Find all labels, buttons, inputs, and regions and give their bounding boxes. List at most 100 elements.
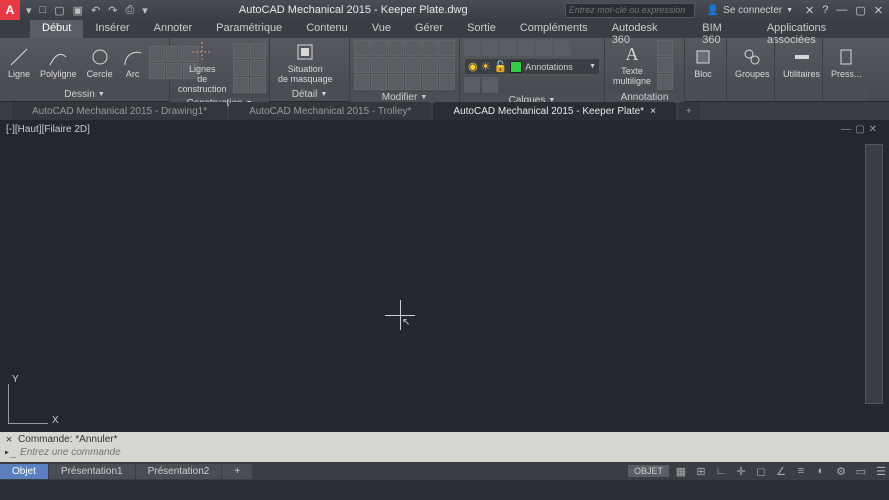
snap-toggle-icon[interactable]: ⊞: [693, 463, 709, 479]
break-icon[interactable]: [388, 74, 404, 90]
panel-title-dessin[interactable]: Dessin▼: [0, 87, 169, 101]
ribbon-tab-gerer[interactable]: Gérer: [403, 20, 455, 38]
qat-print-icon[interactable]: ⎙: [125, 4, 134, 17]
model-tab-presentation2[interactable]: Présentation2: [136, 464, 222, 479]
ribbon-tab-complements[interactable]: Compléments: [508, 20, 600, 38]
app-logo[interactable]: A: [0, 0, 20, 20]
layer-freeze-icon[interactable]: [518, 40, 534, 56]
chamfer-icon[interactable]: [439, 57, 455, 73]
move-icon[interactable]: [354, 40, 370, 56]
vp-maximize-icon[interactable]: ▢: [855, 124, 864, 135]
lengthen-icon[interactable]: [422, 74, 438, 90]
otrack-toggle-icon[interactable]: ∠: [773, 463, 789, 479]
command-input[interactable]: [20, 447, 885, 458]
mirror-icon[interactable]: [422, 40, 438, 56]
leader-icon[interactable]: [657, 57, 673, 73]
ribbon-tab-applications[interactable]: Applications associées: [755, 20, 889, 38]
annotation-scale-icon[interactable]: ▭: [853, 463, 869, 479]
qat-save-icon[interactable]: ▣: [73, 4, 83, 17]
exchange-icon[interactable]: ✕: [805, 4, 814, 17]
trim-icon[interactable]: [388, 40, 404, 56]
ribbon-tab-contenu[interactable]: Contenu: [294, 20, 360, 38]
doc-tab-trolley[interactable]: AutoCAD Mechanical 2015 - Trolley*: [229, 102, 431, 120]
fillet-icon[interactable]: [439, 40, 455, 56]
qat-open-icon[interactable]: ▢: [54, 4, 64, 17]
customize-status-icon[interactable]: ☰: [873, 463, 889, 479]
ribbon-tab-parametrique[interactable]: Paramétrique: [204, 20, 294, 38]
qat-menu-icon[interactable]: ▾: [26, 4, 32, 17]
mtext-tool[interactable]: ATexte multiligne: [609, 42, 655, 88]
clipboard-tool[interactable]: Press...: [827, 45, 866, 81]
xline-icon[interactable]: [233, 43, 249, 59]
construction-lines-tool[interactable]: Lignes de construction: [174, 40, 231, 96]
transparency-toggle-icon[interactable]: ◐: [813, 463, 829, 479]
search-box[interactable]: [565, 3, 695, 18]
layer-match-icon[interactable]: [464, 77, 480, 93]
ribbon-tab-debut[interactable]: Début: [30, 20, 83, 38]
offset-icon[interactable]: [422, 57, 438, 73]
viewport-label[interactable]: [-][Haut][Filaire 2D]: [6, 124, 90, 135]
align-icon[interactable]: [439, 74, 455, 90]
add-layout-button[interactable]: +: [222, 464, 252, 479]
ray-icon[interactable]: [250, 43, 266, 59]
copy-icon[interactable]: [354, 57, 370, 73]
model-tab-objet[interactable]: Objet: [0, 464, 48, 479]
status-model-button[interactable]: OBJET: [628, 465, 669, 477]
vp-minimize-icon[interactable]: —: [841, 124, 851, 135]
layer-state-icon[interactable]: [482, 40, 498, 56]
ortho-toggle-icon[interactable]: ∟: [713, 463, 729, 479]
layer-off-icon[interactable]: [554, 40, 570, 56]
panel-title-detail[interactable]: Détail▼: [270, 88, 349, 101]
ribbon-tab-annoter[interactable]: Annoter: [142, 20, 205, 38]
rectangle-icon[interactable]: [149, 46, 165, 62]
ribbon-tab-bim360[interactable]: BIM 360: [690, 20, 755, 38]
navigation-bar[interactable]: [865, 144, 883, 404]
workspace-icon[interactable]: ⚙: [833, 463, 849, 479]
qat-new-icon[interactable]: □: [40, 4, 47, 17]
ribbon-tab-vue[interactable]: Vue: [360, 20, 403, 38]
stretch-icon[interactable]: [388, 57, 404, 73]
scale-icon[interactable]: [371, 57, 387, 73]
model-tab-presentation1[interactable]: Présentation1: [49, 464, 135, 479]
array-icon[interactable]: [405, 57, 421, 73]
arc-tool[interactable]: Arc: [119, 45, 147, 81]
doc-tab-drawing1[interactable]: AutoCAD Mechanical 2015 - Drawing1*: [12, 102, 227, 120]
sign-in-button[interactable]: 👤 Se connecter ▼: [707, 5, 793, 16]
ccircle-icon[interactable]: [250, 60, 266, 76]
layer-prev-icon[interactable]: [482, 77, 498, 93]
table-icon[interactable]: [657, 74, 673, 90]
maximize-icon[interactable]: ▢: [855, 4, 865, 17]
minimize-icon[interactable]: —: [836, 4, 847, 17]
close-icon[interactable]: ✕: [874, 4, 883, 17]
block-tool[interactable]: Bloc: [689, 45, 717, 81]
grid-toggle-icon[interactable]: ▦: [673, 463, 689, 479]
erase-icon[interactable]: [354, 74, 370, 90]
cline-icon[interactable]: [233, 60, 249, 76]
qat-redo-icon[interactable]: ↷: [108, 4, 117, 17]
spline-icon[interactable]: [149, 63, 165, 79]
join-icon[interactable]: [405, 74, 421, 90]
qat-undo-icon[interactable]: ↶: [91, 4, 100, 17]
ribbon-tab-sortie[interactable]: Sortie: [455, 20, 508, 38]
polyline-tool[interactable]: Polyligne: [36, 45, 81, 81]
line-tool[interactable]: Ligne: [4, 45, 34, 81]
utilities-tool[interactable]: Utilitaires: [779, 45, 824, 81]
lineweight-toggle-icon[interactable]: ≡: [793, 463, 809, 479]
ribbon-tab-inserer[interactable]: Insérer: [83, 20, 141, 38]
osnap-toggle-icon[interactable]: ◻: [753, 463, 769, 479]
drawing-viewport[interactable]: [-][Haut][Filaire 2D] — ▢ ✕ ↖ Y X: [0, 120, 889, 432]
search-input[interactable]: [566, 4, 694, 17]
explode-icon[interactable]: [371, 74, 387, 90]
circle-tool[interactable]: Cercle: [83, 45, 117, 81]
layer-prop-icon[interactable]: [464, 40, 480, 56]
new-tab-button[interactable]: +: [678, 102, 700, 120]
layer-lock-icon[interactable]: [536, 40, 552, 56]
polar-toggle-icon[interactable]: ✛: [733, 463, 749, 479]
hide-situation-tool[interactable]: Situation de masquage: [274, 40, 337, 86]
vp-close-icon[interactable]: ✕: [869, 124, 877, 135]
project-icon[interactable]: [233, 77, 249, 93]
layer-iso-icon[interactable]: [500, 40, 516, 56]
tab-close-icon[interactable]: ×: [650, 106, 656, 117]
dimension-icon[interactable]: [657, 40, 673, 56]
groups-tool[interactable]: Groupes: [731, 45, 774, 81]
